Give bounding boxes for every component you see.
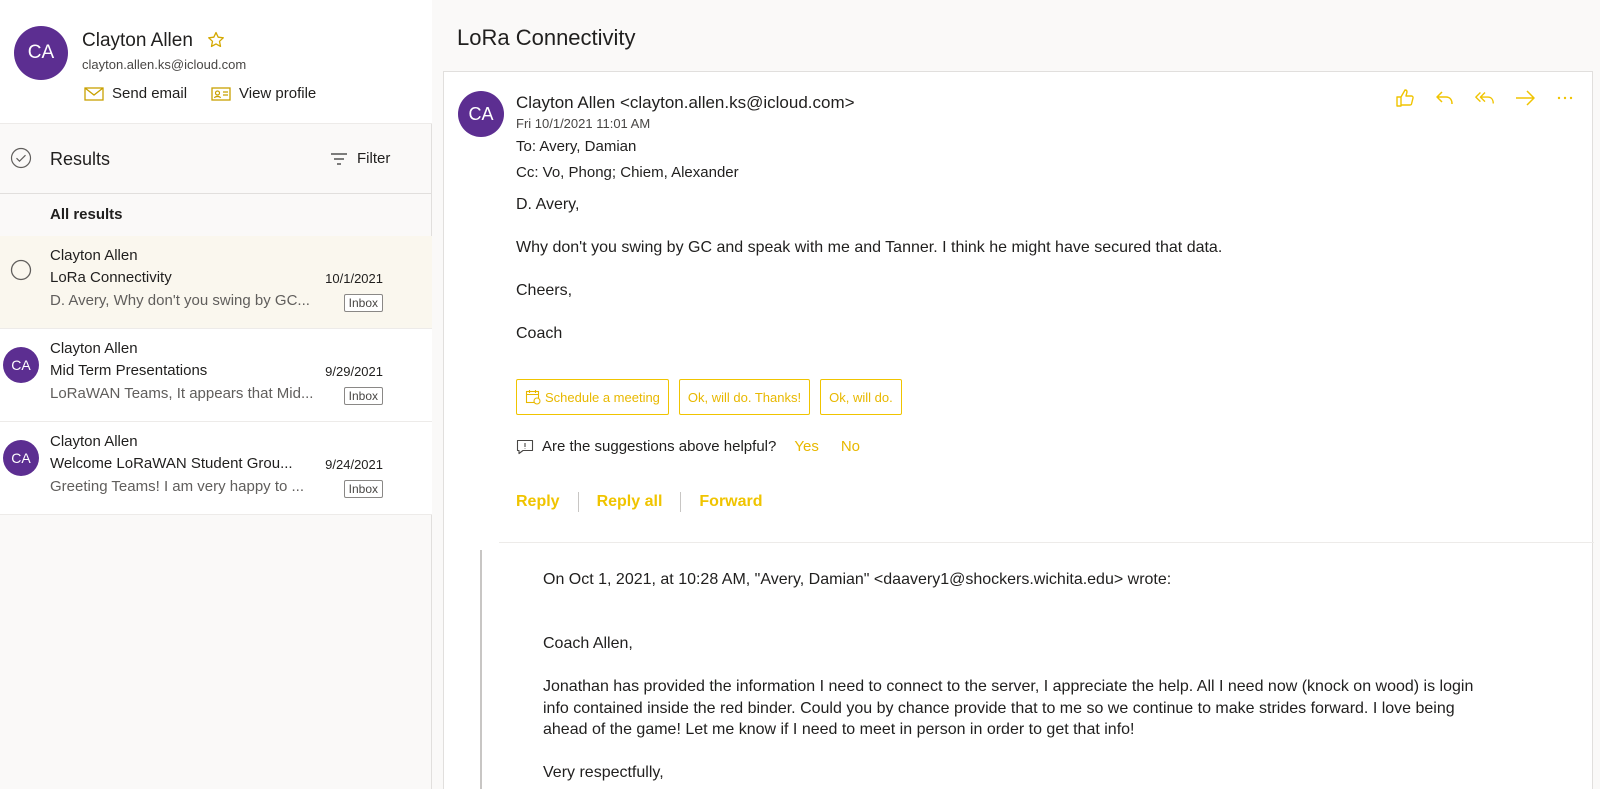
divider xyxy=(499,542,1594,543)
suggestion-label: Schedule a meeting xyxy=(545,389,660,405)
view-profile-button[interactable]: View profile xyxy=(211,85,316,102)
message-body: Why don't you swing by GC and speak with… xyxy=(516,239,1223,256)
message-greeting: D. Avery, xyxy=(516,196,580,213)
forward-icon[interactable] xyxy=(1514,87,1536,109)
feedback-no-link[interactable]: No xyxy=(841,438,860,455)
results-header: Results Filter xyxy=(0,124,432,194)
separator xyxy=(577,492,579,512)
quote-bar xyxy=(480,550,482,789)
send-email-button[interactable]: Send email xyxy=(84,85,187,102)
cc-line: Cc: Vo, Phong; Chiem, Alexander xyxy=(516,164,739,181)
list-item[interactable]: Clayton Allen LoRa Connectivity 10/1/202… xyxy=(0,236,432,329)
item-sender: Clayton Allen xyxy=(50,433,138,450)
item-preview: Greeting Teams! I am very happy to ... xyxy=(50,478,305,495)
forward-link[interactable]: Forward xyxy=(699,493,762,511)
results-title: Results xyxy=(50,149,111,169)
more-icon[interactable] xyxy=(1554,87,1576,109)
list-item[interactable]: CA Clayton Allen Mid Term Presentations … xyxy=(0,329,432,422)
quoted-closing: Very respectfully, xyxy=(543,764,664,781)
like-icon[interactable] xyxy=(1394,87,1416,109)
feedback-yes-link[interactable]: Yes xyxy=(794,438,818,455)
suggestion-feedback: Are the suggestions above helpful? Yes N… xyxy=(516,438,860,455)
conversation-title: LoRa Connectivity xyxy=(457,25,636,50)
reply-all-link[interactable]: Reply all xyxy=(597,493,663,511)
suggested-replies: Schedule a meeting Ok, will do. Thanks! … xyxy=(516,379,902,415)
folder-badge: Inbox xyxy=(343,480,383,498)
calendar-icon xyxy=(525,390,541,405)
view-profile-label: View profile xyxy=(239,85,317,102)
to-line: To: Avery, Damian xyxy=(516,138,637,155)
filter-button[interactable]: Filter xyxy=(330,150,390,167)
avatar[interactable]: CA xyxy=(14,26,68,80)
left-pane: CA Clayton Allen clayton.allen.ks@icloud… xyxy=(0,0,432,789)
reply-icon[interactable] xyxy=(1434,87,1456,109)
contact-card: CA Clayton Allen clayton.allen.ks@icloud… xyxy=(0,0,432,124)
item-date: 10/1/2021 xyxy=(325,271,383,286)
item-preview: LoRaWAN Teams, It appears that Mid... xyxy=(50,385,314,402)
filter-label: Filter xyxy=(357,150,391,167)
suggested-reply-button[interactable]: Ok, will do. Thanks! xyxy=(678,379,811,415)
reading-pane: LoRa Connectivity CA Clayton Allen <clay… xyxy=(432,0,1600,789)
quoted-greeting: Coach Allen, xyxy=(543,635,633,652)
item-subject: LoRa Connectivity xyxy=(50,269,172,286)
list-item[interactable]: CA Clayton Allen Welcome LoRaWAN Student… xyxy=(0,422,432,515)
quoted-header: On Oct 1, 2021, at 10:28 AM, "Avery, Dam… xyxy=(543,571,1172,588)
item-subject: Welcome LoRaWAN Student Grou... xyxy=(50,455,293,472)
suggestion-label: Ok, will do. Thanks! xyxy=(687,389,802,405)
message-card: CA Clayton Allen <clayton.allen.ks@iclou… xyxy=(443,71,1594,789)
reply-actions: Reply Reply all Forward xyxy=(516,492,763,512)
feedback-icon xyxy=(516,439,534,454)
separator xyxy=(680,492,682,512)
item-sender: Clayton Allen xyxy=(50,340,138,357)
item-preview: D. Avery, Why don't you swing by GC... xyxy=(50,292,310,309)
mail-icon xyxy=(84,86,104,101)
item-date: 9/24/2021 xyxy=(325,457,383,472)
send-email-label: Send email xyxy=(112,85,188,102)
folder-badge: Inbox xyxy=(343,387,383,405)
section-heading: All results xyxy=(50,206,123,223)
select-all-icon[interactable] xyxy=(10,147,32,169)
star-icon[interactable] xyxy=(206,30,226,50)
schedule-meeting-button[interactable]: Schedule a meeting xyxy=(516,379,669,415)
item-sender: Clayton Allen xyxy=(50,247,138,264)
item-date: 9/29/2021 xyxy=(325,364,383,379)
sent-date: Fri 10/1/2021 11:01 AM xyxy=(516,116,651,131)
contact-name: Clayton Allen xyxy=(82,30,193,51)
feedback-question: Are the suggestions above helpful? xyxy=(542,438,777,455)
reply-all-icon[interactable] xyxy=(1474,87,1496,109)
select-circle-icon[interactable] xyxy=(10,259,32,281)
filter-icon xyxy=(331,152,347,165)
avatar[interactable]: CA xyxy=(458,91,504,137)
reply-link[interactable]: Reply xyxy=(516,493,560,511)
folder-badge: Inbox xyxy=(343,294,383,312)
message-actions xyxy=(1394,87,1576,109)
suggestion-label: Ok, will do. xyxy=(829,389,893,405)
contact-email: clayton.allen.ks@icloud.com xyxy=(82,57,247,72)
avatar: CA xyxy=(3,440,39,476)
quoted-body: Jonathan has provided the information I … xyxy=(543,678,1474,738)
suggested-reply-button[interactable]: Ok, will do. xyxy=(820,379,902,415)
message-signoff: Cheers, xyxy=(516,282,573,299)
contact-card-icon xyxy=(211,86,231,101)
avatar: CA xyxy=(3,347,39,383)
item-subject: Mid Term Presentations xyxy=(50,362,208,379)
message-signature: Coach xyxy=(516,325,563,342)
sender-line[interactable]: Clayton Allen <clayton.allen.ks@icloud.c… xyxy=(516,93,855,113)
